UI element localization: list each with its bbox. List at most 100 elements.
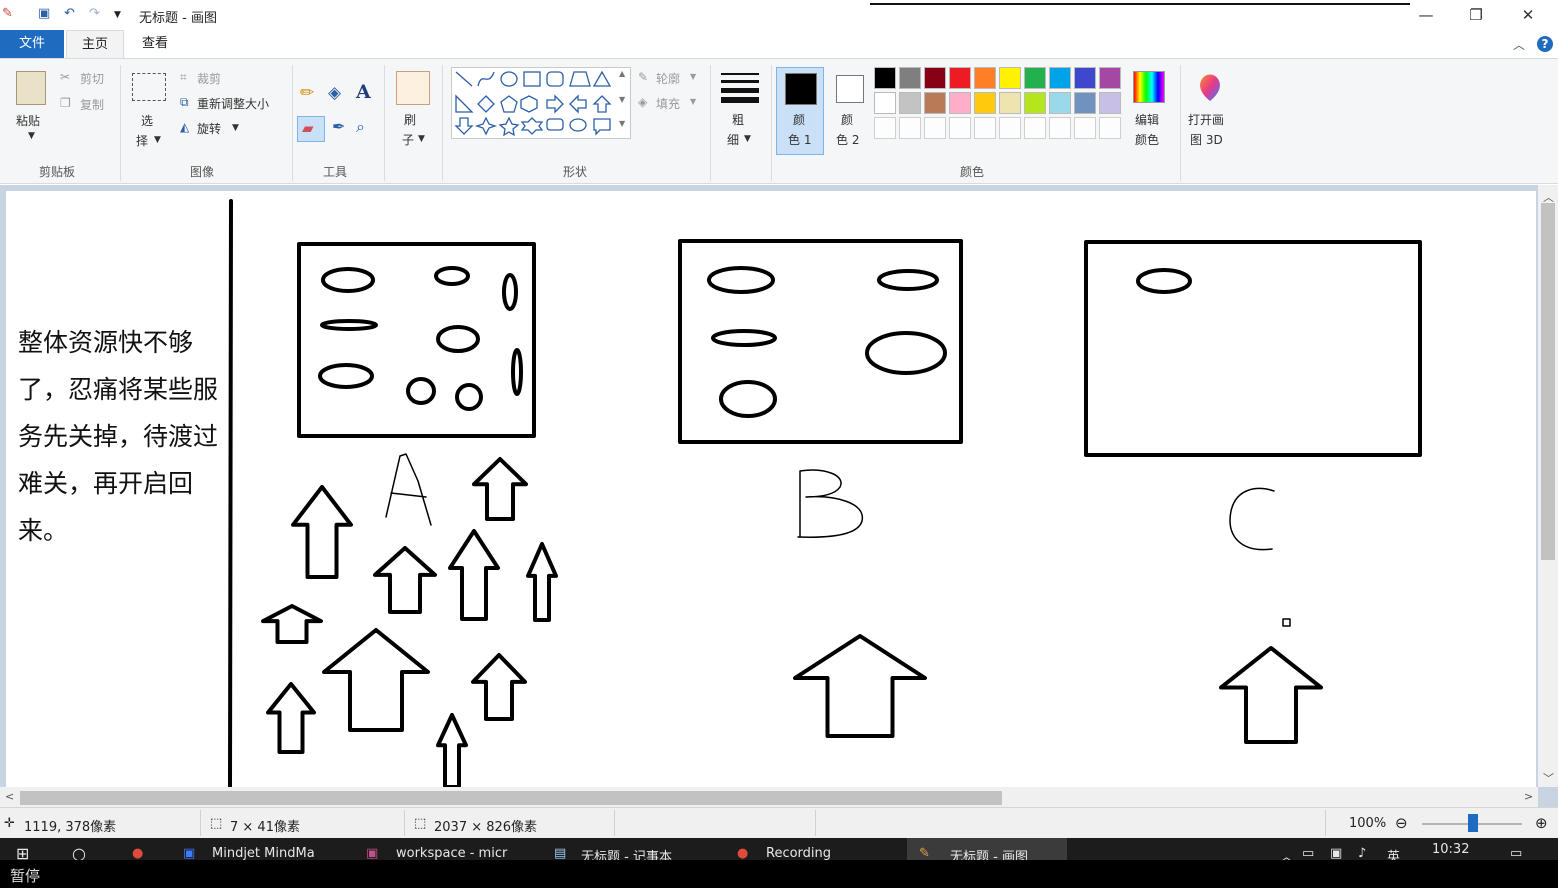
color2-label-2[interactable]: 色 2 [836,131,859,148]
paste-button[interactable]: 粘贴 [16,112,40,129]
size-icon[interactable] [721,71,759,103]
zoom-in-icon[interactable]: ⊕ [1535,814,1548,832]
drawing-canvas[interactable]: 整体资源快不够了，忍痛将某些服务先关掉，待渡过难关，再开启回来。 [6,191,1536,787]
palette-color-swatch[interactable] [924,92,946,114]
cut-button[interactable]: 剪切 [80,70,104,87]
paint3d-label-1[interactable]: 打开画 [1188,111,1224,128]
size-label-1[interactable]: 粗 [732,111,744,128]
eraser-icon[interactable]: ▰ [302,119,314,137]
zoom-slider-thumb[interactable] [1468,814,1478,832]
select-label-1[interactable]: 选 [141,112,153,129]
brushes-label-2[interactable]: 子 [402,131,414,148]
brushes-dropdown-icon[interactable]: ▼ [418,134,425,144]
crop-button[interactable]: 裁剪 [197,70,221,87]
palette-color-swatch[interactable] [999,67,1021,89]
vertical-scrollbar-thumb[interactable] [1541,203,1555,560]
clock[interactable]: 10:32 [1432,842,1469,857]
save-icon[interactable]: ▣ [38,6,50,21]
palette-empty-swatch[interactable] [1099,117,1121,139]
palette-empty-swatch[interactable] [874,117,896,139]
palette-color-swatch[interactable] [1099,92,1121,114]
color2-label-1[interactable]: 颜 [841,111,853,128]
restore-button[interactable]: ❐ [1456,3,1496,27]
customize-quick-access-icon[interactable]: ▼ [114,10,121,20]
taskbar-item[interactable]: Mindjet MindMa [212,846,315,860]
palette-color-swatch[interactable] [974,67,996,89]
magnifier-icon[interactable]: ⌕ [356,117,365,137]
fill-button[interactable]: 填充 [656,95,680,112]
fill-dropdown-icon[interactable]: ▼ [690,97,696,106]
palette-color-swatch[interactable] [1049,67,1071,89]
scroll-down-icon[interactable]: ﹀ [1543,770,1554,786]
palette-color-swatch[interactable] [949,67,971,89]
palette-color-swatch[interactable] [1024,92,1046,114]
palette-color-swatch[interactable] [1049,92,1071,114]
palette-color-swatch[interactable] [924,67,946,89]
palette-color-swatch[interactable] [874,92,896,114]
color-picker-icon[interactable]: ✒ [332,117,345,136]
shapes-scroll-up-icon[interactable]: ▲ [619,69,625,78]
help-icon[interactable]: ? [1537,36,1553,52]
taskbar-item[interactable]: Recording [766,846,831,860]
horizontal-scrollbar-thumb[interactable] [20,791,1002,805]
edit-colors-label-2[interactable]: 颜色 [1135,131,1159,148]
color2-swatch[interactable] [836,75,864,103]
resize-button[interactable]: 重新调整大小 [197,95,269,112]
qq-icon[interactable]: ● [132,846,143,860]
minimize-button[interactable]: — [1406,3,1446,27]
shapes-expand-icon[interactable]: ▼ [619,119,625,128]
close-button[interactable]: ✕ [1508,3,1548,27]
taskbar-item[interactable]: workspace - micr [396,846,507,860]
redo-icon[interactable]: ↷ [89,6,100,21]
scroll-right-icon[interactable]: > [1524,790,1533,803]
palette-color-swatch[interactable] [949,92,971,114]
edit-colors-label-1[interactable]: 编辑 [1135,111,1159,128]
copy-button[interactable]: 复制 [80,96,104,113]
palette-empty-swatch[interactable] [1024,117,1046,139]
palette-empty-swatch[interactable] [999,117,1021,139]
paint3d-label-2[interactable]: 图 3D [1190,131,1223,148]
notifications-icon[interactable]: ▭ [1510,846,1522,860]
tray-chevron-icon[interactable]: ︿ [1280,846,1293,860]
select-icon[interactable] [132,73,166,101]
network-icon[interactable]: ▭ [1302,846,1314,860]
rotate-dropdown-icon[interactable]: ▼ [232,123,239,133]
edit-colors-icon[interactable] [1133,71,1165,103]
select-label-2[interactable]: 择 [136,132,148,149]
scroll-left-icon[interactable]: < [5,790,14,803]
size-label-2[interactable]: 细 [727,131,739,148]
rotate-button[interactable]: 旋转 [197,120,221,137]
pencil-icon[interactable]: ✏ [300,83,314,103]
taskbar-item-active[interactable]: 无标题 - 画图 [950,846,1028,860]
outline-button[interactable]: 轮廓 [656,70,680,87]
collapse-ribbon-icon[interactable]: ︿ [1513,36,1525,53]
palette-empty-swatch[interactable] [924,117,946,139]
tab-home[interactable]: 主页 [66,30,124,58]
pause-label[interactable]: 暂停 [10,865,40,886]
palette-color-swatch[interactable] [899,67,921,89]
palette-empty-swatch[interactable] [974,117,996,139]
start-icon[interactable]: ⊞ [16,844,29,860]
ime-indicator[interactable]: 英 [1387,846,1400,860]
palette-color-swatch[interactable] [999,92,1021,114]
undo-icon[interactable]: ↶ [64,6,75,21]
select-dropdown-icon[interactable]: ▼ [154,135,161,145]
shapes-gallery[interactable] [451,67,631,139]
shapes-scroll-down-icon[interactable]: ▼ [619,95,625,104]
fill-bucket-icon[interactable]: ◈ [328,83,341,103]
palette-empty-swatch[interactable] [949,117,971,139]
palette-empty-swatch[interactable] [1074,117,1096,139]
palette-color-swatch[interactable] [899,92,921,114]
display-icon[interactable]: ▣ [1330,846,1342,860]
brushes-label-1[interactable]: 刷 [404,111,416,128]
tab-view[interactable]: 查看 [130,30,180,58]
palette-color-swatch[interactable] [1024,67,1046,89]
taskbar-item[interactable]: 无标题 - 记事本 [581,846,672,860]
outline-dropdown-icon[interactable]: ▼ [690,72,696,81]
paint3d-icon[interactable] [1196,71,1224,103]
palette-empty-swatch[interactable] [1049,117,1071,139]
zoom-out-icon[interactable]: ⊖ [1395,814,1408,832]
size-dropdown-icon[interactable]: ▼ [744,134,751,144]
palette-empty-swatch[interactable] [899,117,921,139]
scroll-up-icon[interactable]: ︿ [1543,189,1554,205]
